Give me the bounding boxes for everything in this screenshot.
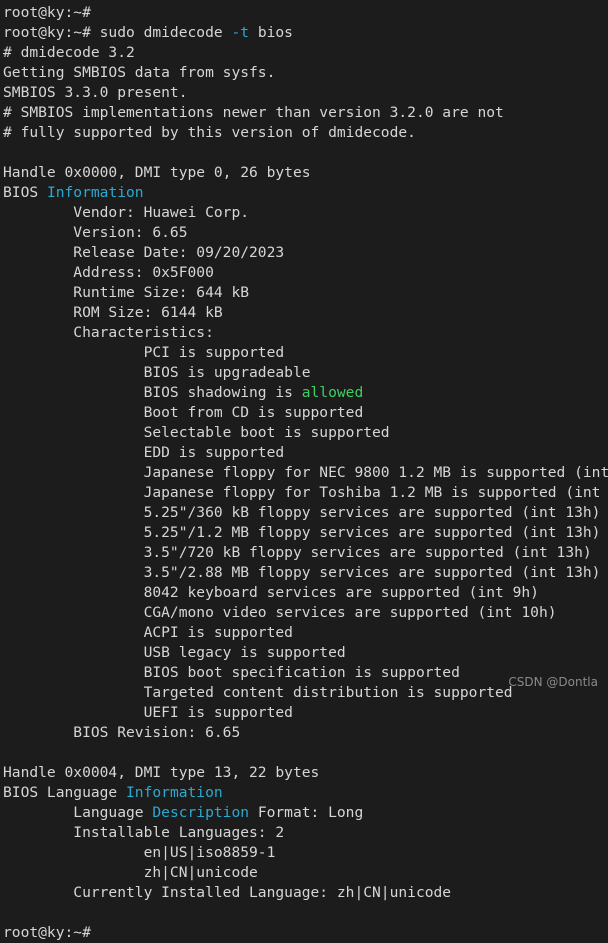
terminal-line: BIOS shadowing is allowed <box>3 383 608 403</box>
terminal-text-segment: ACPI is supported <box>3 624 293 641</box>
terminal-line: 5.25"/360 kB floppy services are support… <box>3 503 608 523</box>
terminal-line: 3.5"/2.88 MB floppy services are support… <box>3 563 608 583</box>
terminal-text-segment: # dmidecode 3.2 <box>3 44 135 61</box>
terminal-line: BIOS Information <box>3 183 608 203</box>
terminal-text-segment: Runtime Size: 644 kB <box>3 284 250 301</box>
terminal-line: en|US|iso8859-1 <box>3 843 608 863</box>
terminal-text-segment: Selectable boot is supported <box>3 424 390 441</box>
terminal-text-segment: 3.5"/720 kB floppy services are supporte… <box>3 544 592 561</box>
terminal-line: # SMBIOS implementations newer than vers… <box>3 103 608 123</box>
terminal-text-segment: Targeted content distribution is support… <box>3 684 513 701</box>
terminal-text-segment: Getting SMBIOS data from sysfs. <box>3 64 276 81</box>
terminal-line: Version: 6.65 <box>3 223 608 243</box>
terminal-text-segment: zh|CN|unicode <box>3 864 258 881</box>
terminal-text-segment: root@ky:~# <box>3 4 91 21</box>
terminal-line: Japanese floppy for NEC 9800 1.2 MB is s… <box>3 463 608 483</box>
terminal-text-segment: -t <box>231 24 250 41</box>
terminal-line: zh|CN|unicode <box>3 863 608 883</box>
terminal-text-segment: Version: 6.65 <box>3 224 188 241</box>
terminal-line: 3.5"/720 kB floppy services are supporte… <box>3 543 608 563</box>
terminal-line: Installable Languages: 2 <box>3 823 608 843</box>
terminal-text-segment: allowed <box>301 384 364 401</box>
terminal-line: Release Date: 09/20/2023 <box>3 243 608 263</box>
terminal-text-segment: Information <box>46 184 144 201</box>
terminal-line: USB legacy is supported <box>3 643 608 663</box>
terminal-output: root@ky:~# root@ky:~# sudo dmidecode -t b… <box>3 3 608 943</box>
terminal-text-segment: Currently Installed Language: zh|CN|unic… <box>3 884 452 901</box>
terminal-text-segment: Description <box>152 804 250 821</box>
terminal-line: Currently Installed Language: zh|CN|unic… <box>3 883 608 903</box>
terminal-text-segment: BIOS is upgradeable <box>3 364 311 381</box>
terminal-text-segment: Handle 0x0004, DMI type 13, 22 bytes <box>3 764 320 781</box>
terminal-line: # dmidecode 3.2 <box>3 43 608 63</box>
terminal-line: Getting SMBIOS data from sysfs. <box>3 63 608 83</box>
terminal-text-segment: BIOS shadowing is <box>3 384 302 401</box>
terminal-text-segment: 3.5"/2.88 MB floppy services are support… <box>3 564 601 581</box>
terminal-line: 8042 keyboard services are supported (in… <box>3 583 608 603</box>
terminal-text-segment: BIOS <box>3 184 47 201</box>
terminal-text-segment: USB legacy is supported <box>3 644 346 661</box>
terminal-line: Handle 0x0004, DMI type 13, 22 bytes <box>3 763 608 783</box>
terminal-line: # fully supported by this version of dmi… <box>3 123 608 143</box>
terminal-line: Language Description Format: Long <box>3 803 608 823</box>
watermark: CSDN @Dontla <box>508 675 598 689</box>
terminal-line: SMBIOS 3.3.0 present. <box>3 83 608 103</box>
terminal-text-segment: SMBIOS 3.3.0 present. <box>3 84 188 101</box>
terminal-text-segment: CGA/mono video services are supported (i… <box>3 604 557 621</box>
terminal-line: 5.25"/1.2 MB floppy services are support… <box>3 523 608 543</box>
terminal-text-segment: root@ky:~# sudo dmidecode <box>3 24 232 41</box>
terminal-window[interactable]: root@ky:~# root@ky:~# sudo dmidecode -t b… <box>0 0 608 941</box>
terminal-text-segment: 5.25"/360 kB floppy services are support… <box>3 504 601 521</box>
terminal-text-segment: 8042 keyboard services are supported (in… <box>3 584 539 601</box>
terminal-text-segment: Installable Languages: 2 <box>3 824 285 841</box>
terminal-line: PCI is supported <box>3 343 608 363</box>
terminal-text-segment: # fully supported by this version of dmi… <box>3 124 416 141</box>
terminal-text-segment: BIOS Language <box>3 784 127 801</box>
terminal-line: Boot from CD is supported <box>3 403 608 423</box>
terminal-line: Address: 0x5F000 <box>3 263 608 283</box>
terminal-text-segment: Format: Long <box>249 804 364 821</box>
terminal-text-segment: Address: 0x5F000 <box>3 264 214 281</box>
terminal-text-segment: BIOS boot specification is supported <box>3 664 460 681</box>
terminal-text-segment: Vendor: Huawei Corp. <box>3 204 250 221</box>
terminal-text-segment: 5.25"/1.2 MB floppy services are support… <box>3 524 601 541</box>
terminal-text-segment: Japanese floppy for NEC 9800 1.2 MB is s… <box>3 464 608 481</box>
terminal-line: Japanese floppy for Toshiba 1.2 MB is su… <box>3 483 608 503</box>
terminal-line: BIOS Language Information <box>3 783 608 803</box>
terminal-line: Vendor: Huawei Corp. <box>3 203 608 223</box>
terminal-line: Selectable boot is supported <box>3 423 608 443</box>
terminal-text-segment: bios <box>249 24 293 41</box>
terminal-line: EDD is supported <box>3 443 608 463</box>
terminal-line: CGA/mono video services are supported (i… <box>3 603 608 623</box>
terminal-line: BIOS is upgradeable <box>3 363 608 383</box>
terminal-text-segment: root@ky:~# <box>3 924 91 941</box>
terminal-text-segment: Handle 0x0000, DMI type 0, 26 bytes <box>3 164 311 181</box>
terminal-line: root@ky:~# <box>3 3 608 23</box>
terminal-text-segment: # SMBIOS implementations newer than vers… <box>3 104 504 121</box>
terminal-text-segment: BIOS Revision: 6.65 <box>3 724 241 741</box>
terminal-line: Characteristics: <box>3 323 608 343</box>
terminal-text-segment: EDD is supported <box>3 444 285 461</box>
terminal-line: Handle 0x0000, DMI type 0, 26 bytes <box>3 163 608 183</box>
terminal-text-segment: Release Date: 09/20/2023 <box>3 244 285 261</box>
terminal-text-segment: Japanese floppy for Toshiba 1.2 MB is su… <box>3 484 608 501</box>
terminal-text-segment: Language <box>3 804 153 821</box>
terminal-line: root@ky:~# sudo dmidecode -t bios <box>3 23 608 43</box>
terminal-line: UEFI is supported <box>3 703 608 723</box>
terminal-line: Runtime Size: 644 kB <box>3 283 608 303</box>
terminal-text-segment: ROM Size: 6144 kB <box>3 304 223 321</box>
terminal-line: BIOS Revision: 6.65 <box>3 723 608 743</box>
terminal-line: root@ky:~# <box>3 923 608 943</box>
terminal-text-segment: PCI is supported <box>3 344 285 361</box>
terminal-text-segment: Characteristics: <box>3 324 214 341</box>
terminal-line: ROM Size: 6144 kB <box>3 303 608 323</box>
terminal-text-segment: en|US|iso8859-1 <box>3 844 276 861</box>
terminal-text-segment: Boot from CD is supported <box>3 404 364 421</box>
terminal-line: ACPI is supported <box>3 623 608 643</box>
terminal-text-segment: Information <box>126 784 223 801</box>
